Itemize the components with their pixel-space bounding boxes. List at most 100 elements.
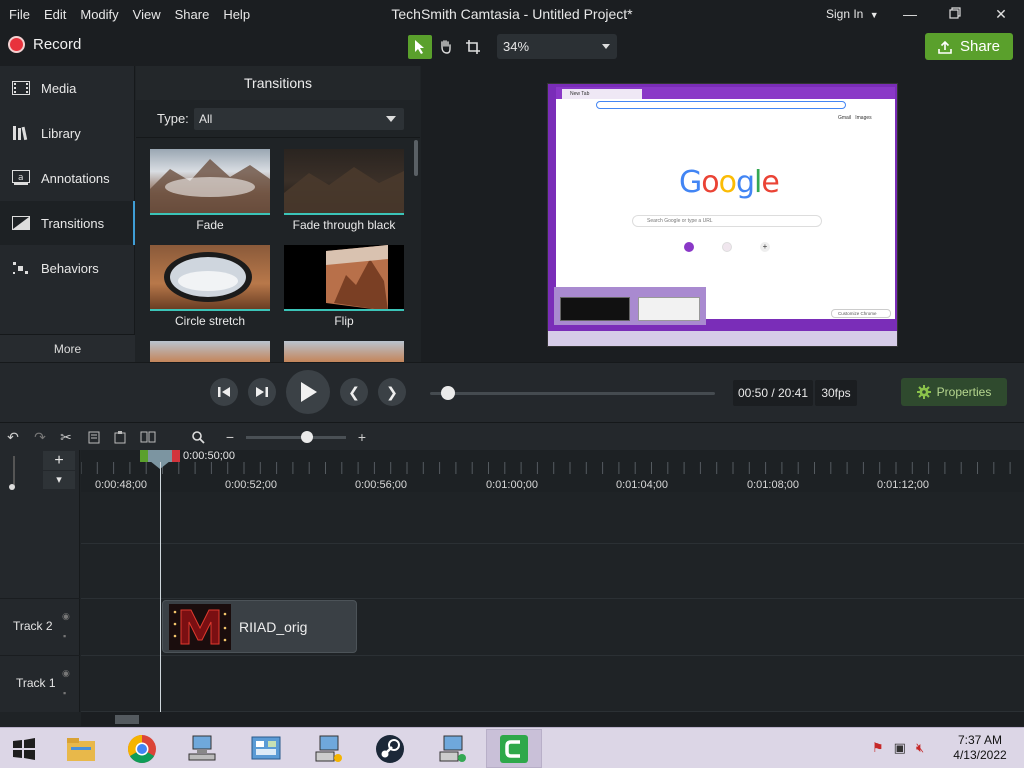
logo-letter: o bbox=[701, 165, 719, 200]
volume-muted-icon[interactable]: 🔇︎ bbox=[916, 740, 924, 756]
add-track-button[interactable]: + bbox=[43, 451, 75, 470]
share-button[interactable]: Share bbox=[925, 33, 1013, 60]
next-marker-button[interactable]: ❯ bbox=[378, 378, 406, 406]
split-button[interactable] bbox=[140, 429, 156, 445]
nav-item-media[interactable]: Media bbox=[0, 66, 135, 110]
transitions-panel: Transitions Type: All Fade Fade through … bbox=[136, 66, 420, 362]
track-1-lane[interactable] bbox=[81, 656, 1024, 712]
timeline-zoom-slider[interactable] bbox=[246, 436, 346, 439]
menu-modify[interactable]: Modify bbox=[73, 7, 125, 22]
taskbar-app-network-computer[interactable] bbox=[424, 729, 480, 768]
timeline-zoom-handle[interactable] bbox=[301, 431, 313, 443]
slider-track bbox=[13, 456, 15, 486]
panel-scrollbar[interactable] bbox=[414, 140, 418, 176]
track-1-header[interactable]: Track 1 ◉ ▪ bbox=[0, 655, 80, 711]
gear-icon bbox=[916, 385, 931, 399]
taskbar-app-computer[interactable] bbox=[300, 729, 356, 768]
type-filter-select[interactable]: All bbox=[194, 108, 404, 130]
playhead-handle[interactable] bbox=[140, 450, 180, 469]
transition-circle-stretch[interactable]: Circle stretch bbox=[150, 245, 270, 328]
popup-thumb bbox=[560, 297, 630, 321]
timeline-scrollbar[interactable] bbox=[81, 712, 1024, 726]
menu-share[interactable]: Share bbox=[168, 7, 217, 22]
media-clip[interactable]: RIIAD_orig bbox=[162, 600, 357, 653]
chevron-left-icon: ❮ bbox=[348, 383, 360, 400]
ruler-label: 0:01:00;00 bbox=[486, 479, 538, 491]
menu-file[interactable]: File bbox=[2, 7, 37, 22]
nav-more-button[interactable]: More bbox=[0, 334, 135, 362]
film-icon bbox=[11, 80, 31, 96]
copy-icon bbox=[88, 431, 100, 444]
previous-marker-button[interactable]: ❮ bbox=[340, 378, 368, 406]
transition-label: Fade bbox=[196, 218, 224, 232]
out-marker[interactable] bbox=[172, 450, 180, 462]
taskbar-app-camtasia[interactable] bbox=[486, 729, 542, 768]
eye-icon[interactable]: ◉ bbox=[62, 668, 70, 679]
taskbar-app-chrome[interactable] bbox=[114, 729, 170, 768]
play-button[interactable] bbox=[286, 370, 330, 414]
taskbar-app-steam[interactable] bbox=[362, 729, 418, 768]
transition-flip[interactable]: Flip bbox=[284, 245, 404, 328]
zoom-in-button[interactable]: + bbox=[354, 429, 370, 445]
nav-item-library[interactable]: Library bbox=[0, 111, 135, 155]
properties-button[interactable]: Properties bbox=[901, 378, 1007, 406]
eye-icon[interactable]: ◉ bbox=[62, 611, 70, 622]
sign-in-button[interactable]: Sign In ▼ bbox=[826, 7, 879, 21]
nav-item-behaviors[interactable]: Behaviors bbox=[0, 246, 135, 290]
taskbar-app-network[interactable] bbox=[175, 729, 231, 768]
transition-fade-through-black[interactable]: Fade through black bbox=[284, 149, 404, 232]
restore-button[interactable] bbox=[942, 4, 968, 24]
lock-icon[interactable]: ▪ bbox=[63, 631, 66, 641]
zoom-to-fit-button[interactable] bbox=[190, 429, 206, 445]
track-2-header[interactable]: Track 2 ◉ ▪ bbox=[0, 598, 80, 654]
close-button[interactable]: ✕ bbox=[988, 4, 1014, 24]
cut-button[interactable]: ✂ bbox=[58, 429, 74, 445]
taskbar-app-control-panel[interactable] bbox=[238, 729, 294, 768]
pan-tool-button[interactable] bbox=[434, 35, 458, 59]
scrollbar-thumb[interactable] bbox=[115, 715, 139, 724]
scrub-bar[interactable] bbox=[430, 392, 715, 395]
canvas-zoom-select[interactable]: 34% bbox=[497, 34, 617, 59]
transition-thumbnail bbox=[150, 245, 270, 311]
empty-lane bbox=[81, 544, 1024, 599]
empty-lane bbox=[81, 492, 1024, 544]
zoom-out-button[interactable]: − bbox=[222, 429, 238, 445]
taskbar-preview-popup bbox=[554, 287, 706, 325]
track-height-slider[interactable] bbox=[8, 456, 22, 490]
step-forward-icon bbox=[256, 387, 268, 397]
transition-fade[interactable]: Fade bbox=[150, 149, 270, 232]
ruler-label: 0:00:56;00 bbox=[355, 479, 407, 491]
crop-tool-button[interactable] bbox=[461, 35, 485, 59]
transition-thumbnail bbox=[150, 149, 270, 215]
scrub-handle[interactable] bbox=[441, 386, 455, 400]
step-back-button[interactable] bbox=[210, 378, 238, 406]
transition-item[interactable] bbox=[284, 341, 404, 362]
start-button[interactable] bbox=[0, 729, 48, 768]
minimize-button[interactable]: — bbox=[897, 4, 923, 24]
undo-button[interactable]: ↶ bbox=[5, 429, 21, 445]
scissors-icon: ✂ bbox=[60, 428, 72, 445]
in-marker[interactable] bbox=[140, 450, 148, 462]
redo-button[interactable]: ↷ bbox=[32, 429, 48, 445]
nav-item-annotations[interactable]: a Annotations bbox=[0, 156, 135, 200]
menu-help[interactable]: Help bbox=[216, 7, 257, 22]
track-options-button[interactable]: ▾ bbox=[43, 471, 75, 489]
menu-edit[interactable]: Edit bbox=[37, 7, 73, 22]
select-tool-button[interactable] bbox=[408, 35, 432, 59]
network-status-icon[interactable]: ▣ bbox=[894, 740, 906, 756]
copy-button[interactable] bbox=[86, 429, 102, 445]
taskbar-app-file-explorer[interactable] bbox=[53, 729, 109, 768]
browser-tab: New Tab bbox=[562, 89, 642, 99]
record-button[interactable]: Record bbox=[8, 36, 81, 53]
properties-label: Properties bbox=[936, 385, 992, 399]
ruler-label: 0:01:12;00 bbox=[877, 479, 929, 491]
lock-icon[interactable]: ▪ bbox=[63, 688, 66, 698]
menu-view[interactable]: View bbox=[126, 7, 168, 22]
step-forward-button[interactable] bbox=[248, 378, 276, 406]
transition-item[interactable] bbox=[150, 341, 270, 362]
paste-button[interactable] bbox=[112, 429, 128, 445]
preview-canvas[interactable]: New Tab Gmail Images Google Search Googl… bbox=[547, 83, 898, 347]
flag-icon[interactable]: ⚑ bbox=[872, 740, 884, 756]
system-clock[interactable]: 7:37 AM 4/13/2022 bbox=[945, 733, 1015, 763]
nav-item-transitions[interactable]: Transitions bbox=[0, 201, 135, 245]
